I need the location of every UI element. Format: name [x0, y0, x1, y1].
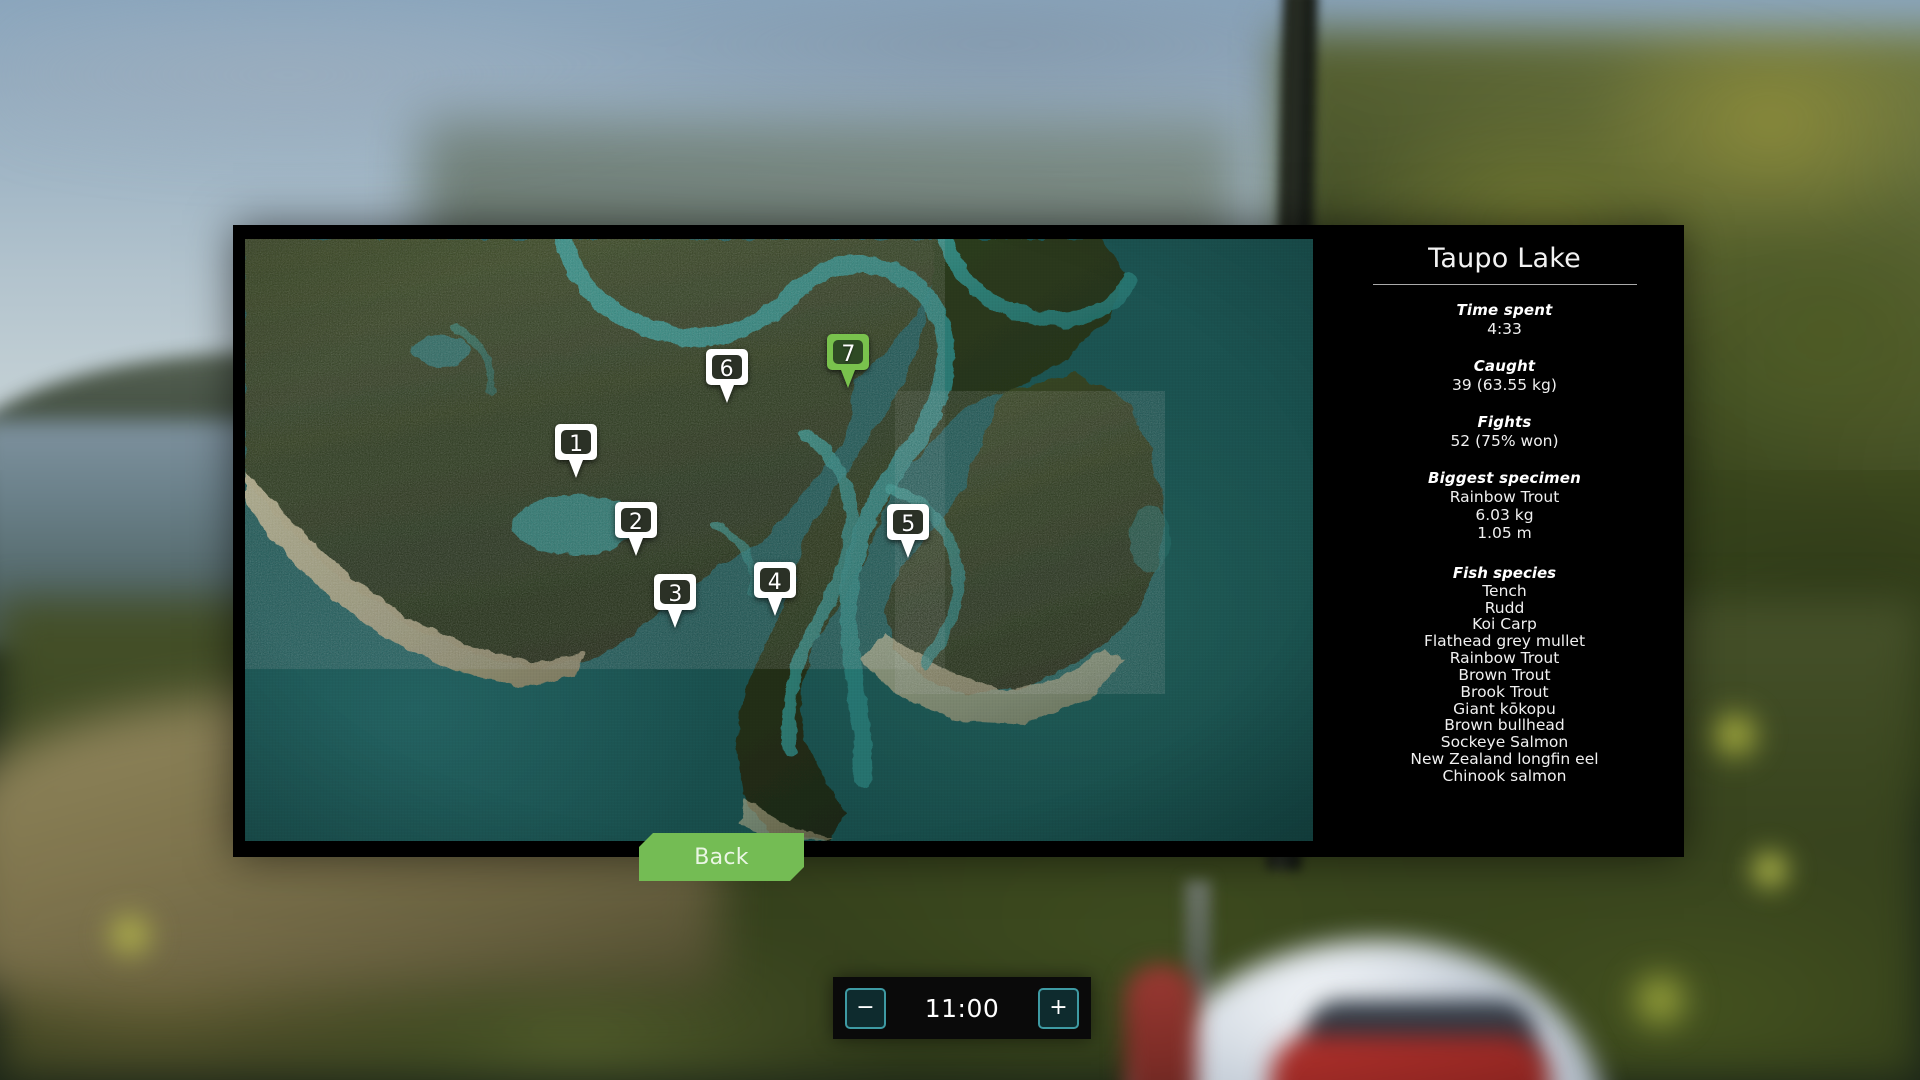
stat-value: 4:33: [1487, 320, 1522, 338]
fish-species-item: Brook Trout: [1460, 682, 1549, 701]
stat-label: Biggest specimen: [1427, 468, 1582, 487]
stat-value: Rainbow Trout: [1449, 487, 1560, 506]
fish-species-item: New Zealand longfin eel: [1410, 749, 1599, 768]
map-marker-label: 7: [841, 341, 856, 367]
time-value: 11:00: [924, 993, 1000, 1023]
wildflower: [1740, 840, 1800, 900]
stat-block: Caught 39 (63.55 kg): [1428, 357, 1581, 395]
map-marker-5[interactable]: 5: [886, 502, 930, 560]
map-marker-label: 3: [668, 582, 683, 608]
map-marker-6[interactable]: 6: [705, 347, 749, 405]
fish-species-item: Brown Trout: [1458, 665, 1551, 684]
wildflower: [1620, 960, 1700, 1040]
map-marker-3[interactable]: 3: [653, 572, 697, 630]
fish-species-item: Giant kōkopu: [1453, 699, 1556, 718]
stat-value: 6.03 kg: [1475, 505, 1534, 524]
map-marker-label: 2: [628, 510, 643, 536]
fish-species-item: Flathead grey mullet: [1423, 632, 1586, 651]
fish-species-item: Koi Carp: [1472, 615, 1537, 634]
wildflower: [95, 905, 165, 965]
fish-species-item: Rudd: [1484, 598, 1525, 617]
fish-species-item: Rainbow Trout: [1449, 649, 1560, 668]
time-decrease-button[interactable]: −: [845, 987, 886, 1029]
reel-handle: [1125, 965, 1197, 1080]
map-marker-2[interactable]: 2: [614, 500, 658, 558]
stat-block: Fights 52 (75% won): [1428, 413, 1581, 451]
map-frame: 1 2 3 4 5 6 7: [233, 225, 1325, 857]
map-marker-label: 6: [719, 356, 734, 382]
map-marker-7[interactable]: 7: [826, 332, 870, 390]
map-marker-label: 5: [901, 512, 916, 538]
map-marker-label: 4: [767, 570, 782, 596]
time-increase-button[interactable]: +: [1038, 987, 1079, 1029]
lake-info-sidebar: Taupo Lake Time spent 4:33 Caught 39 (63.55…: [1325, 225, 1684, 857]
stat-label: Caught: [1473, 356, 1536, 375]
map-marker-label: 1: [569, 431, 584, 457]
time-control-bar: − 11:00 +: [833, 977, 1091, 1039]
wildflower: [1700, 700, 1770, 770]
stat-block: Time spent 4:33: [1428, 301, 1581, 339]
map-dialog: 1 2 3 4 5 6 7 Taupo Lake Time spent 4:33 Caught 3…: [233, 225, 1684, 857]
reel-red-accent: [1270, 1035, 1550, 1080]
lake-map[interactable]: 1 2 3 4 5 6 7: [245, 239, 1313, 841]
stat-label: Time spent: [1456, 301, 1553, 319]
page-title: Taupo Lake: [1428, 243, 1581, 274]
map-marker-1[interactable]: 1: [554, 422, 598, 480]
map-marker-4[interactable]: 4: [753, 560, 797, 618]
fish-species-list: Tench Rudd Koi Carp Flathead grey mullet Rai…: [1410, 581, 1599, 785]
fish-species-item: Chinook salmon: [1442, 766, 1567, 785]
fish-species-heading: Fish species: [1452, 563, 1557, 582]
stat-value: 1.05 m: [1477, 523, 1532, 542]
fish-species-item: Tench: [1482, 581, 1527, 600]
stat-value: 39 (63.55 kg): [1452, 375, 1557, 394]
fish-species-item: Brown bullhead: [1444, 716, 1565, 735]
stat-value: 52 (75% won): [1450, 431, 1559, 450]
fish-species-item: Sockeye Salmon: [1440, 733, 1569, 752]
back-button[interactable]: Back: [639, 833, 804, 881]
stats-list: Time spent 4:33 Caught 39 (63.55 kg) Fights 5…: [1428, 301, 1581, 561]
stat-block: Biggest specimen Rainbow Trout 6.03 kg 1.05…: [1428, 469, 1581, 543]
map-texture: [245, 239, 1313, 841]
title-divider: [1372, 284, 1637, 285]
fish-species-block: Fish species Tench Rudd Koi Carp Flathead g…: [1410, 564, 1598, 785]
stat-label: Fights: [1477, 412, 1532, 431]
